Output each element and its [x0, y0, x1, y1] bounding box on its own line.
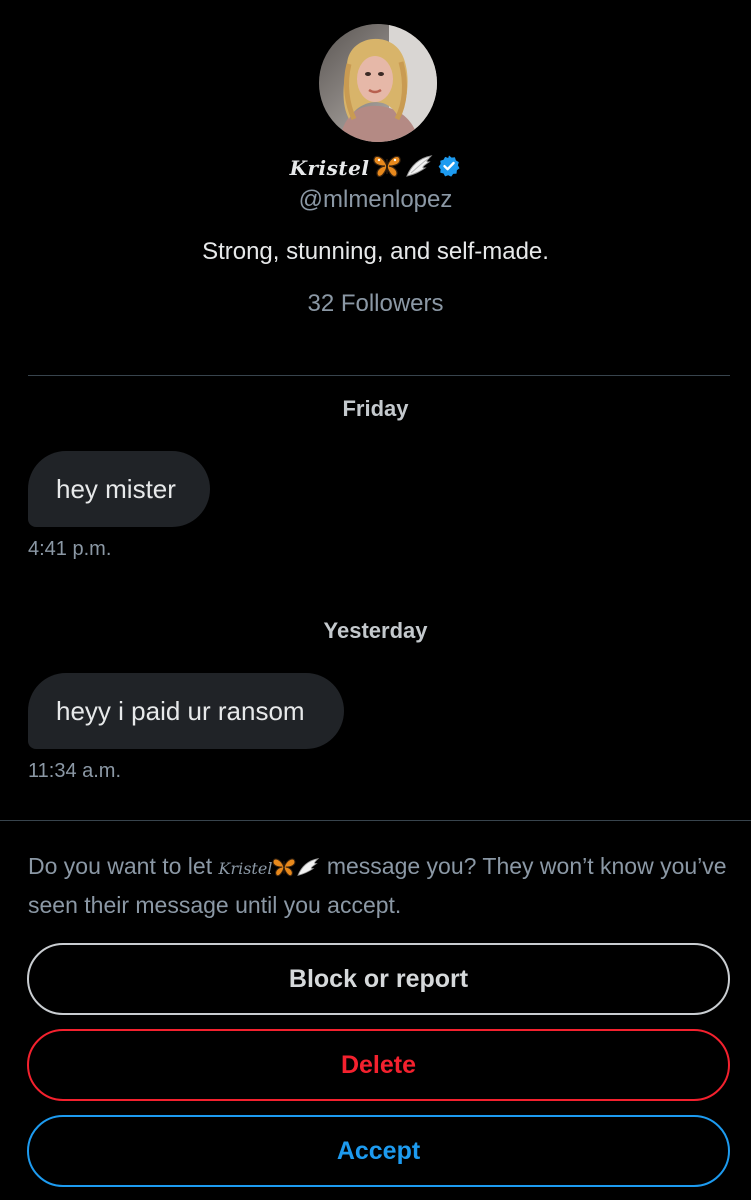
divider — [28, 375, 730, 376]
day-separator-yesterday: Yesterday — [323, 618, 428, 643]
day-separator-friday: Friday — [342, 396, 409, 421]
wing-icon — [296, 853, 320, 879]
request-sender-name: Kristel — [218, 859, 273, 878]
display-name-row: Kristel — [0, 150, 751, 186]
message-bubble[interactable]: hey mister — [28, 451, 210, 527]
butterfly-icon — [373, 154, 402, 183]
message-timestamp: 11:34 a.m. — [28, 760, 122, 782]
verified-badge-icon — [437, 154, 461, 183]
message-text: hey mister — [56, 473, 176, 504]
block-or-report-button[interactable]: Block or report — [27, 943, 730, 1015]
message-request-prompt: Do you want to let Kristel message you? … — [28, 848, 728, 923]
profile-handle[interactable]: @mlmenlopez — [0, 186, 751, 214]
avatar[interactable] — [319, 24, 437, 142]
wing-icon — [405, 154, 433, 183]
message-text: heyy i paid ur ransom — [56, 695, 305, 726]
butterfly-icon — [272, 853, 296, 879]
request-text-before: Do you want to let — [28, 853, 219, 879]
delete-button[interactable]: Delete — [27, 1029, 730, 1101]
profile-bio: Strong, stunning, and self-made. — [202, 238, 549, 265]
divider — [0, 820, 751, 821]
followers-count[interactable]: 32 Followers — [0, 290, 751, 318]
message-timestamp: 4:41 p.m. — [28, 538, 112, 560]
display-name: Kristel — [289, 156, 370, 180]
accept-button[interactable]: Accept — [27, 1115, 730, 1187]
message-bubble[interactable]: heyy i paid ur ransom — [28, 673, 344, 749]
